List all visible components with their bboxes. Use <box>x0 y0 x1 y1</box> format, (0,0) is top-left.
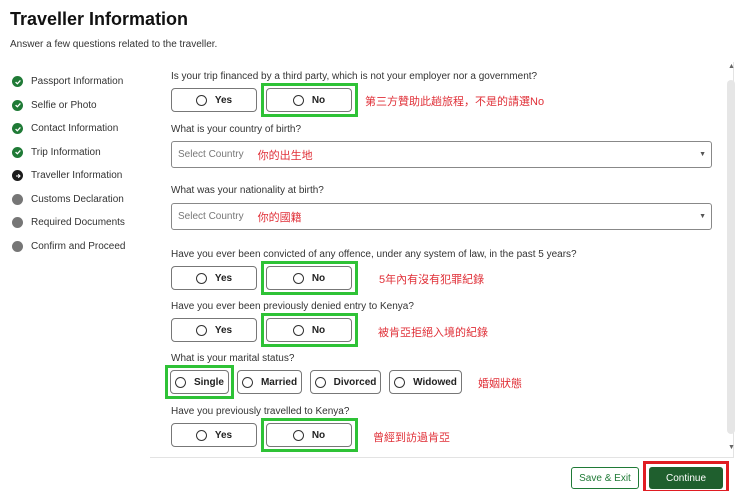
step-label: Contact Information <box>31 123 119 135</box>
option-label: Divorced <box>333 376 377 388</box>
annotation-marital: 婚姻狀態 <box>478 378 522 390</box>
step-traveller-information[interactable]: Traveller Information <box>12 164 152 188</box>
chevron-down-icon: ▼ <box>699 151 706 158</box>
annotation-birth: 你的出生地 <box>257 149 313 162</box>
question-birth-country: What is your country of birth? <box>171 124 302 135</box>
arrow-right-icon <box>12 170 23 182</box>
step-contact-information[interactable]: Contact Information <box>12 117 152 141</box>
pending-dot-icon <box>12 240 23 252</box>
highlight-box <box>261 83 358 117</box>
option-label: Married <box>260 376 298 388</box>
question-marital-status: What is your marital status? <box>171 353 295 364</box>
chevron-down-icon: ▼ <box>699 213 706 220</box>
denied-yes-option[interactable]: Yes <box>171 318 257 342</box>
check-icon <box>12 146 23 158</box>
step-trip-information[interactable]: Trip Information <box>12 141 152 165</box>
scroll-up-icon[interactable]: ▲ <box>728 63 735 70</box>
option-label: Widowed <box>413 376 457 388</box>
radio-icon <box>195 272 207 284</box>
marital-widowed-option[interactable]: Widowed <box>389 370 462 394</box>
check-icon <box>12 123 23 135</box>
step-selfie-or-photo[interactable]: Selfie or Photo <box>12 94 152 118</box>
check-icon <box>12 99 23 111</box>
highlight-box <box>261 261 358 295</box>
radio-icon <box>314 376 326 388</box>
option-label: Yes <box>214 94 233 106</box>
select-placeholder: Select Country <box>178 211 244 222</box>
option-label: Yes <box>214 324 233 336</box>
nationality-select[interactable]: Select Country 你的國籍 ▼ <box>171 203 712 230</box>
highlight-box <box>261 418 358 452</box>
radio-icon <box>195 94 207 106</box>
step-label: Customs Declaration <box>31 193 124 205</box>
step-label: Trip Information <box>31 146 101 158</box>
highlight-box <box>261 313 358 347</box>
step-label: Required Documents <box>31 217 125 229</box>
step-passport-information[interactable]: Passport Information <box>12 70 152 94</box>
pending-dot-icon <box>12 217 23 229</box>
radio-icon <box>195 324 207 336</box>
birth-country-select[interactable]: Select Country 你的出生地 ▼ <box>171 141 712 168</box>
step-customs-declaration: Customs Declaration <box>12 188 152 212</box>
select-placeholder: Select Country <box>178 149 244 160</box>
step-label: Selfie or Photo <box>31 99 97 111</box>
radio-icon <box>195 429 207 441</box>
save-exit-button[interactable]: Save & Exit <box>571 467 639 489</box>
question-financed: Is your trip financed by a third party, … <box>171 71 538 82</box>
step-confirm-and-proceed: Confirm and Proceed <box>12 235 152 259</box>
option-label: Yes <box>214 272 233 284</box>
annotation-denied: 被肯亞拒絕入境的紀錄 <box>378 327 488 339</box>
highlight-box-red <box>643 461 729 491</box>
convicted-yes-option[interactable]: Yes <box>171 266 257 290</box>
highlight-box <box>165 365 234 399</box>
radio-icon <box>241 376 253 388</box>
marital-divorced-option[interactable]: Divorced <box>310 370 381 394</box>
financed-yes-option[interactable]: Yes <box>171 88 257 112</box>
check-icon <box>12 76 23 88</box>
question-denied-entry: Have you ever been previously denied ent… <box>171 301 414 312</box>
question-convicted: Have you ever been convicted of any offe… <box>171 249 577 260</box>
step-label: Passport Information <box>31 76 124 88</box>
steps-sidebar: Passport Information Selfie or Photo Con… <box>12 70 152 258</box>
annotation-financed: 第三方贊助此趟旅程，不是的請選No <box>365 96 545 108</box>
step-label: Traveller Information <box>31 170 123 182</box>
pending-dot-icon <box>12 193 23 205</box>
marital-married-option[interactable]: Married <box>237 370 302 394</box>
step-required-documents: Required Documents <box>12 211 152 235</box>
annotation-nationality: 你的國籍 <box>257 211 302 224</box>
step-label: Confirm and Proceed <box>31 240 126 252</box>
page-title: Traveller Information <box>10 9 189 29</box>
option-label: Yes <box>214 429 233 441</box>
question-nationality: What was your nationality at birth? <box>171 185 324 196</box>
page-subtitle: Answer a few questions related to the tr… <box>10 39 218 50</box>
scroll-down-icon[interactable]: ▼ <box>728 444 735 451</box>
form-panel <box>150 62 734 458</box>
question-travelled: Have you previously travelled to Kenya? <box>171 406 350 417</box>
annotation-convicted: 5年內有沒有犯罪紀錄 <box>379 274 485 286</box>
radio-icon <box>394 376 406 388</box>
travelled-yes-option[interactable]: Yes <box>171 423 257 447</box>
scrollbar[interactable] <box>727 80 735 434</box>
annotation-travelled: 曾經到訪過肯亞 <box>373 432 450 444</box>
